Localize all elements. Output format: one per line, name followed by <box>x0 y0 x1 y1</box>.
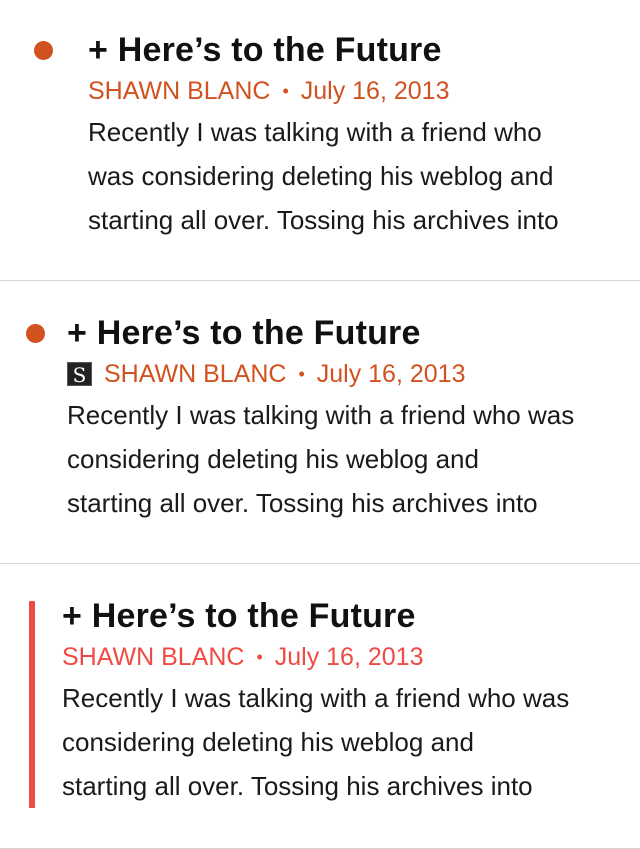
excerpt-line: considering deleting his weblog and <box>67 444 479 474</box>
publish-date: July 16, 2013 <box>316 360 466 388</box>
article-item[interactable]: + Here’s to the Future SHAWN BLANC • Jul… <box>0 0 640 281</box>
publish-date: July 16, 2013 <box>274 643 424 671</box>
article-item-selected[interactable]: + Here’s to the Future SHAWN BLANC • Jul… <box>0 564 640 849</box>
article-excerpt: Recently I was talking with a friend who… <box>67 393 630 525</box>
publish-date: July 16, 2013 <box>300 77 450 105</box>
excerpt-line: considering deleting his weblog and <box>62 727 474 757</box>
article-excerpt: Recently I was talking with a friend who… <box>62 676 630 808</box>
excerpt-line: starting all over. Tossing his archives … <box>67 488 538 518</box>
article-title[interactable]: + Here’s to the Future <box>88 30 630 70</box>
author-name: SHAWN BLANC <box>88 77 271 105</box>
unread-dot-icon <box>34 41 53 60</box>
article-meta: SHAWN BLANC • July 16, 2013 <box>88 76 630 106</box>
excerpt-line: Recently I was talking with a friend who <box>88 117 542 147</box>
meta-separator: • <box>282 81 289 101</box>
article-content: + Here’s to the Future S SHAWN BLANC • J… <box>67 313 630 525</box>
article-item[interactable]: + Here’s to the Future S SHAWN BLANC • J… <box>0 281 640 564</box>
excerpt-line: was considering deleting his weblog and <box>88 161 554 191</box>
meta-separator: • <box>298 364 305 384</box>
article-excerpt: Recently I was talking with a friend who… <box>88 110 630 242</box>
author-name: SHAWN BLANC <box>104 360 287 388</box>
article-meta: S SHAWN BLANC • July 16, 2013 <box>67 359 630 389</box>
excerpt-line: starting all over. Tossing his archives … <box>88 205 559 235</box>
article-title[interactable]: + Here’s to the Future <box>62 596 630 636</box>
article-meta: SHAWN BLANC • July 16, 2013 <box>62 642 630 672</box>
author-name: SHAWN BLANC <box>62 643 245 671</box>
excerpt-line: Recently I was talking with a friend who… <box>62 683 570 713</box>
site-favicon-icon: S <box>67 362 92 387</box>
article-content: + Here’s to the Future SHAWN BLANC • Jul… <box>88 30 630 242</box>
excerpt-line: Recently I was talking with a friend who… <box>67 400 575 430</box>
unread-dot-icon <box>26 324 45 343</box>
article-content: + Here’s to the Future SHAWN BLANC • Jul… <box>62 596 630 808</box>
meta-separator: • <box>256 647 263 667</box>
selected-indicator-bar <box>29 601 35 808</box>
excerpt-line: starting all over. Tossing his archives … <box>62 771 533 801</box>
article-title[interactable]: + Here’s to the Future <box>67 313 630 353</box>
